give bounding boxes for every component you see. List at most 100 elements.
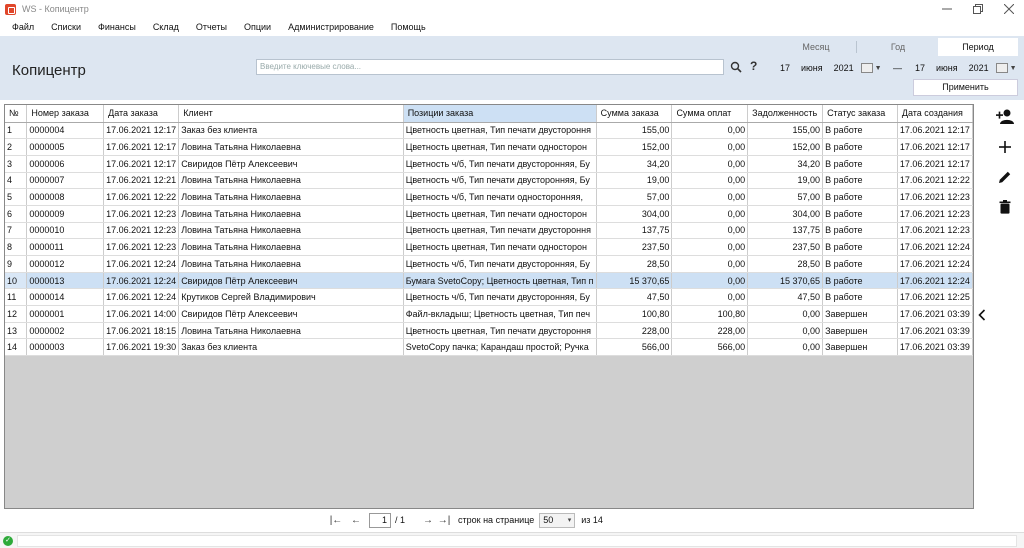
- tab-month[interactable]: Месяц: [776, 38, 856, 56]
- table-cell: Цветность цветная, Тип печати односторон: [403, 138, 597, 156]
- table-cell: 17.06.2021 12:17: [103, 122, 180, 140]
- table-cell: 566,00: [596, 338, 673, 357]
- table-row[interactable]: 13 0000002 17.06.2021 18:15 Ловина Татьяна …: [5, 322, 973, 340]
- chevron-left-icon[interactable]: [978, 308, 986, 324]
- table-cell: Цветность ч/б, Тип печати двусторонняя, …: [403, 288, 597, 307]
- table-cell: 17.06.2021 12:24: [897, 272, 973, 290]
- calendar-icon[interactable]: [995, 63, 1008, 73]
- search-icon[interactable]: [730, 61, 742, 73]
- table-cell: Ловина Татьяна Николаевна: [178, 138, 404, 156]
- next-page-button[interactable]: →: [421, 515, 435, 526]
- table-cell: 17.06.2021 12:23: [103, 205, 180, 223]
- calendar-icon[interactable]: [860, 63, 873, 73]
- date-from-day: 17: [780, 63, 791, 73]
- chevron-down-icon[interactable]: ▼: [1010, 65, 1017, 72]
- menu-item[interactable]: Администрирование: [288, 22, 374, 32]
- table-cell: 6: [5, 205, 28, 223]
- window-title: WS - Копицентр: [22, 4, 89, 14]
- chevron-down-icon[interactable]: ▼: [875, 65, 882, 72]
- menu-item[interactable]: Финансы: [98, 22, 136, 32]
- table-row[interactable]: 10 0000013 17.06.2021 12:24 Свиридов Пётр А…: [5, 272, 973, 290]
- menu-item[interactable]: Списки: [51, 22, 81, 32]
- menu-item[interactable]: Файл: [12, 22, 34, 32]
- orders-grid[interactable]: № Номер заказа Дата заказа Клиент Позиции за…: [4, 104, 974, 509]
- date-to-picker[interactable]: 17 июня 2021 ▼: [915, 61, 1017, 75]
- table-cell: 0,00: [747, 338, 824, 357]
- add-button[interactable]: [994, 136, 1016, 158]
- minimize-button[interactable]: [931, 0, 962, 18]
- page-size-select[interactable]: 50 ▾: [539, 512, 576, 528]
- table-cell: 17.06.2021 12:22: [103, 188, 180, 206]
- table-cell: В работе: [822, 155, 898, 173]
- tab-period[interactable]: Период: [938, 38, 1018, 56]
- column-header[interactable]: Номер заказа: [26, 105, 105, 123]
- table-cell: 0,00: [671, 138, 749, 156]
- menu-item[interactable]: Опции: [244, 22, 271, 32]
- table-row[interactable]: 6 0000009 17.06.2021 12:23 Ловина Татьяна Н…: [5, 205, 973, 223]
- column-header[interactable]: Дата создания: [897, 105, 973, 123]
- column-header[interactable]: Сумма оплат: [671, 105, 749, 123]
- last-page-button[interactable]: →|: [437, 515, 451, 526]
- table-cell: 17.06.2021 12:24: [103, 272, 180, 290]
- table-row[interactable]: 8 0000011 17.06.2021 12:23 Ловина Татьяна Н…: [5, 238, 973, 256]
- add-client-button[interactable]: [994, 105, 1016, 127]
- column-header[interactable]: Задолженность: [747, 105, 824, 123]
- apply-button[interactable]: Применить: [913, 79, 1018, 96]
- status-message: [17, 535, 1017, 547]
- table-cell: Свиридов Пётр Алексеевич: [178, 272, 404, 290]
- table-cell: 0,00: [671, 238, 749, 256]
- menu-item[interactable]: Склад: [153, 22, 179, 32]
- table-cell: 0000013: [26, 272, 105, 290]
- delete-button[interactable]: [994, 196, 1016, 218]
- table-row[interactable]: 14 0000003 17.06.2021 19:30 Заказ без клиен…: [5, 338, 973, 357]
- table-cell: 17.06.2021 12:23: [897, 188, 973, 206]
- table-cell: 9: [5, 255, 28, 273]
- table-row[interactable]: 7 0000010 17.06.2021 12:23 Ловина Татьяна Н…: [5, 222, 973, 240]
- table-row[interactable]: 1 0000004 17.06.2021 12:17 Заказ без клиент…: [5, 122, 973, 140]
- table-row[interactable]: 9 0000012 17.06.2021 12:24 Ловина Татьяна Н…: [5, 255, 973, 273]
- page-size-value: 50: [543, 515, 554, 525]
- menu-item[interactable]: Помощь: [391, 22, 426, 32]
- table-cell: 0000010: [26, 222, 105, 240]
- table-row[interactable]: 11 0000014 17.06.2021 12:24 Крутиков Сергей…: [5, 288, 973, 307]
- table-cell: 17.06.2021 12:17: [897, 155, 973, 173]
- page-number-input[interactable]: 1: [369, 512, 391, 528]
- date-from-picker[interactable]: 17 июня 2021 ▼: [780, 61, 882, 75]
- column-header[interactable]: №: [5, 105, 28, 123]
- column-header[interactable]: Позиции заказа: [403, 105, 597, 123]
- column-header[interactable]: Статус заказа: [822, 105, 898, 123]
- first-page-button[interactable]: |←: [329, 515, 343, 526]
- table-cell: Свиридов Пётр Алексеевич: [178, 155, 404, 173]
- table-row[interactable]: 3 0000006 17.06.2021 12:17 Свиридов Пётр Ал…: [5, 155, 973, 173]
- restore-icon: [972, 4, 983, 14]
- column-header[interactable]: Клиент: [178, 105, 404, 123]
- table-cell: 47,50: [596, 288, 673, 307]
- table-cell: Крутиков Сергей Владимирович: [178, 288, 404, 307]
- table-cell: 0,00: [747, 322, 824, 340]
- menu-item[interactable]: Отчеты: [196, 22, 227, 32]
- edit-button[interactable]: [994, 166, 1016, 188]
- minimize-icon: [941, 8, 952, 10]
- total-rows-label: из 14: [581, 515, 603, 525]
- date-to-day: 17: [915, 63, 926, 73]
- restore-button[interactable]: [962, 0, 993, 18]
- table-cell: Ловина Татьяна Николаевна: [178, 322, 404, 340]
- tab-year[interactable]: Год: [858, 38, 938, 56]
- table-cell: 0000014: [26, 288, 105, 307]
- search-input[interactable]: Введите ключевые слова...: [256, 59, 724, 75]
- help-icon[interactable]: ?: [750, 59, 757, 73]
- table-cell: В работе: [822, 138, 898, 156]
- table-row[interactable]: 12 0000001 17.06.2021 14:00 Свиридов Пётр А…: [5, 305, 973, 323]
- prev-page-button[interactable]: ←: [349, 515, 363, 526]
- column-header[interactable]: Сумма заказа: [596, 105, 673, 123]
- column-header[interactable]: Дата заказа: [103, 105, 180, 123]
- table-row[interactable]: 4 0000007 17.06.2021 12:21 Ловина Татьяна Н…: [5, 172, 973, 190]
- table-cell: Завершен: [822, 305, 898, 323]
- table-cell: 0,00: [671, 272, 749, 290]
- table-row[interactable]: 5 0000008 17.06.2021 12:22 Ловина Татьяна Н…: [5, 188, 973, 206]
- table-cell: В работе: [822, 238, 898, 256]
- date-range-dash: —: [893, 63, 902, 73]
- table-cell: В работе: [822, 272, 898, 290]
- table-row[interactable]: 2 0000005 17.06.2021 12:17 Ловина Татьяна Н…: [5, 138, 973, 156]
- close-button[interactable]: [993, 0, 1024, 18]
